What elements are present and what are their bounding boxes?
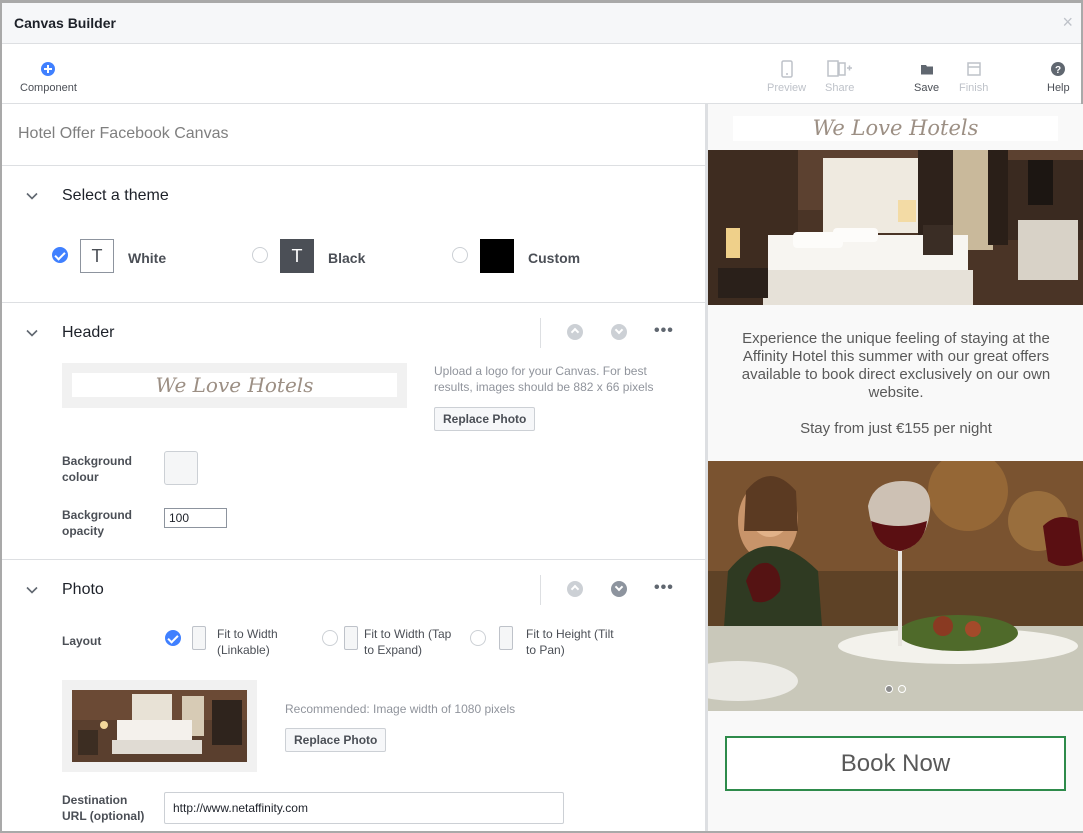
folder-icon bbox=[920, 65, 933, 75]
finish-button[interactable]: Finish bbox=[959, 60, 988, 94]
canvas-preview: We Love Hotels Experience the unique fee… bbox=[708, 104, 1083, 831]
theme-label-custom: Custom bbox=[528, 250, 581, 266]
theme-option-black[interactable]: T Black bbox=[252, 239, 392, 273]
preview-description: Experience the unique feeling of staying… bbox=[741, 330, 1051, 401]
close-icon[interactable]: × bbox=[1062, 12, 1073, 33]
theme-label-black: Black bbox=[328, 250, 366, 266]
divider bbox=[2, 165, 705, 166]
destination-url-label: Destination URL (optional) bbox=[62, 793, 145, 823]
black-theme-swatch: T bbox=[280, 239, 314, 273]
bg-colour-picker[interactable] bbox=[164, 451, 198, 485]
carousel-dot-2[interactable] bbox=[898, 685, 906, 693]
layout-label-pan: Fit to Height (Tilt to Pan) bbox=[526, 627, 614, 657]
layout-radio-pan[interactable] bbox=[470, 630, 486, 646]
theme-radio-white[interactable] bbox=[52, 247, 68, 263]
window-title: Canvas Builder bbox=[14, 15, 116, 31]
theme-section-title: Select a theme bbox=[62, 187, 169, 204]
bg-opacity-input[interactable] bbox=[164, 508, 227, 528]
hotel-room-thumbnail bbox=[72, 690, 247, 762]
preview-logo: We Love Hotels bbox=[733, 116, 1058, 141]
canvas-name-input[interactable]: Hotel Offer Facebook Canvas bbox=[18, 125, 228, 143]
editor-panel: Hotel Offer Facebook Canvas Select a the… bbox=[2, 104, 705, 831]
more-options-icon[interactable]: ••• bbox=[654, 322, 674, 340]
theme-radio-custom[interactable] bbox=[452, 247, 468, 263]
svg-text:?: ? bbox=[1055, 65, 1061, 76]
move-up-icon[interactable] bbox=[567, 581, 583, 597]
more-options-icon[interactable]: ••• bbox=[654, 579, 674, 597]
preview-label: Preview bbox=[767, 82, 807, 94]
custom-theme-swatch bbox=[480, 239, 514, 273]
component-button[interactable]: Component bbox=[20, 60, 77, 94]
phone-tilt-icon bbox=[499, 626, 513, 650]
divider bbox=[540, 575, 541, 605]
divider bbox=[2, 302, 705, 303]
share-devices-icon bbox=[826, 60, 852, 77]
book-now-button[interactable]: Book Now bbox=[725, 736, 1066, 791]
photo-section-title: Photo bbox=[62, 581, 104, 598]
divider bbox=[540, 318, 541, 348]
layout-label-expand: Fit to Width (Tap to Expand) bbox=[364, 627, 452, 657]
divider bbox=[2, 559, 705, 560]
share-label: Share bbox=[825, 82, 855, 94]
theme-label-white: White bbox=[128, 250, 167, 266]
photo-thumbnail-frame bbox=[62, 680, 257, 772]
help-button[interactable]: ? Help bbox=[1047, 60, 1070, 94]
header-replace-photo-button[interactable]: Replace Photo bbox=[434, 407, 536, 431]
header-section-title: Header bbox=[62, 324, 115, 341]
phone-expand-icon bbox=[344, 626, 358, 650]
recommended-text: Recommended: Image width of 1080 pixels bbox=[285, 702, 516, 716]
layout-radio-linkable[interactable] bbox=[165, 630, 181, 646]
layout-label-linkable: Fit to Width (Linkable) bbox=[217, 627, 278, 657]
component-label: Component bbox=[20, 82, 77, 94]
move-down-icon[interactable] bbox=[611, 324, 627, 340]
move-up-icon[interactable] bbox=[567, 324, 583, 340]
header-logo-text: We Love Hotels bbox=[72, 373, 397, 397]
move-down-icon[interactable] bbox=[611, 581, 627, 597]
help-icon: ? bbox=[1051, 62, 1066, 76]
chevron-down-icon[interactable] bbox=[26, 190, 38, 202]
layout-label: Layout bbox=[62, 634, 102, 648]
theme-option-custom[interactable]: Custom bbox=[452, 239, 612, 273]
preview-price-line: Stay from just €155 per night bbox=[800, 420, 992, 437]
destination-url-input[interactable]: http://www.netaffinity.com bbox=[164, 792, 564, 824]
upload-help-text: Upload a logo for your Canvas. For best … bbox=[434, 364, 654, 394]
bg-opacity-label: Background opacity bbox=[62, 508, 133, 538]
carousel-dot-1[interactable] bbox=[885, 685, 893, 693]
chevron-down-icon[interactable] bbox=[26, 584, 38, 596]
finish-icon bbox=[966, 62, 981, 76]
phone-layout-icon bbox=[192, 626, 206, 650]
canvas-builder-window: Canvas Builder × Component Preview Share… bbox=[0, 0, 1083, 833]
layout-radio-expand[interactable] bbox=[322, 630, 338, 646]
theme-radio-black[interactable] bbox=[252, 247, 268, 263]
help-label: Help bbox=[1047, 82, 1070, 94]
save-button[interactable]: Save bbox=[914, 60, 939, 94]
share-button[interactable]: Share bbox=[825, 60, 854, 94]
hotel-room-photo bbox=[708, 150, 1083, 305]
photo-replace-photo-button[interactable]: Replace Photo bbox=[285, 728, 387, 752]
finish-label: Finish bbox=[959, 82, 989, 94]
white-theme-swatch: T bbox=[80, 239, 114, 273]
header-logo-preview: We Love Hotels bbox=[62, 363, 407, 408]
title-bar: Canvas Builder × bbox=[2, 3, 1081, 44]
dining-photo bbox=[708, 461, 1083, 711]
toolbar: Component Preview Share Save Finish ? He… bbox=[2, 44, 1081, 104]
bg-colour-label: Background colour bbox=[62, 454, 133, 484]
save-label: Save bbox=[914, 82, 940, 94]
chevron-down-icon[interactable] bbox=[26, 327, 38, 339]
preview-button[interactable]: Preview bbox=[767, 60, 806, 94]
plus-circle-icon bbox=[41, 62, 56, 76]
phone-icon bbox=[780, 60, 793, 78]
theme-option-white[interactable]: T White bbox=[52, 239, 192, 273]
